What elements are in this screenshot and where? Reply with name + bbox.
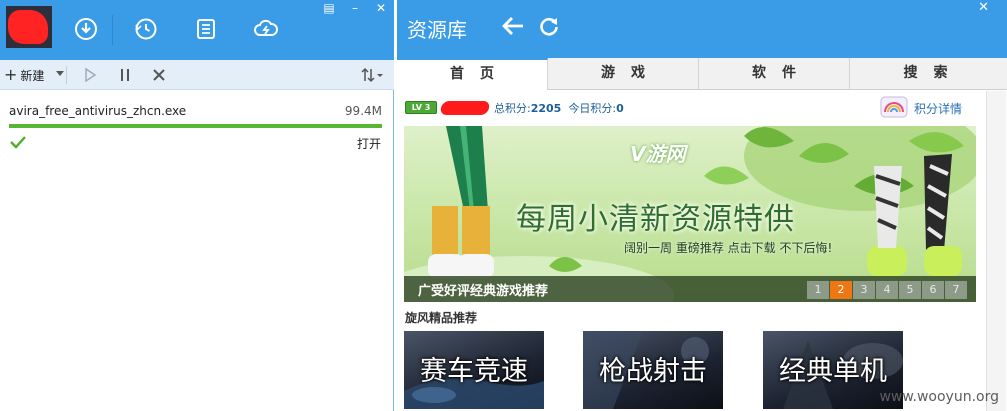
banner-caption: 广受好评经典游戏推荐 — [418, 284, 549, 299]
open-file-link[interactable]: 打开 — [357, 135, 381, 152]
banner-subline: 阔别一周 重磅推荐 点击下载 不下后悔! — [624, 241, 833, 255]
banner-headline: 每周小清新资源特供 — [516, 202, 795, 237]
library-close-button[interactable]: ✕ — [978, 0, 989, 16]
sort-icon[interactable] — [361, 67, 383, 83]
download-progress-fill — [9, 124, 382, 128]
banner-pager: 1234567 — [807, 281, 967, 299]
new-task-button[interactable]: + 新建 — [4, 64, 44, 86]
total-score-label: 总积分: — [494, 102, 531, 115]
app-root: ▤ – ✕ + 新建 avira_free_antivirus_zhcn.exe… — [0, 0, 1007, 411]
level-badge: LV 3 — [405, 101, 437, 114]
refresh-icon[interactable] — [538, 15, 560, 37]
menu-button[interactable]: ▤ — [316, 0, 342, 16]
tab-software[interactable]: 软件 — [699, 58, 850, 89]
total-score-value: 2205 — [530, 102, 562, 115]
score-summary: 总积分:2205 今日积分:0 — [494, 100, 624, 116]
pager-button-6[interactable]: 6 — [922, 281, 944, 299]
username-redaction — [439, 101, 491, 115]
new-task-label: 新建 — [20, 68, 45, 83]
list-icon[interactable] — [194, 17, 218, 41]
watermark: www.wooyun.org — [879, 389, 999, 405]
close-button[interactable]: ✕ — [368, 0, 394, 16]
category-label: 赛车竞速 — [420, 356, 528, 387]
download-progress-bar — [9, 124, 382, 128]
score-detail-link[interactable]: 积分详情 — [914, 100, 962, 117]
download-filename: avira_free_antivirus_zhcn.exe — [9, 104, 187, 118]
download-icon[interactable] — [74, 17, 98, 41]
play-icon[interactable] — [82, 67, 98, 83]
library-title: 资源库 — [407, 18, 467, 42]
pager-button-3[interactable]: 3 — [853, 281, 875, 299]
today-score-value: 0 — [616, 102, 624, 115]
delete-icon[interactable] — [151, 67, 167, 83]
pager-button-2[interactable]: 2 — [830, 281, 852, 299]
tab-games[interactable]: 游戏 — [548, 58, 699, 89]
avatar[interactable] — [6, 6, 52, 48]
section-title: 旋风精品推荐 — [405, 311, 478, 325]
minimize-button[interactable]: – — [342, 0, 368, 16]
plus-icon: + — [4, 65, 18, 84]
pager-button-4[interactable]: 4 — [876, 281, 898, 299]
pager-button-1[interactable]: 1 — [807, 281, 829, 299]
tab-bar: 首页 游戏 软件 搜索 — [397, 58, 1007, 90]
today-score-label: 今日积分: — [568, 102, 617, 115]
score-row: LV 3 总积分:2205 今日积分:0 积分详情 — [397, 94, 1007, 120]
category-card-shooter[interactable]: 枪战射击 — [583, 331, 723, 409]
download-manager-panel: ▤ – ✕ + 新建 avira_free_antivirus_zhcn.exe… — [0, 0, 394, 411]
category-card-racing[interactable]: 赛车竞速 — [404, 331, 544, 409]
pager-button-5[interactable]: 5 — [899, 281, 921, 299]
pause-icon[interactable] — [117, 67, 133, 83]
library-titlebar: 资源库 ✕ — [397, 0, 1007, 58]
banner-logo: V游网 — [630, 142, 686, 166]
history-icon[interactable] — [134, 17, 158, 41]
pager-button-7[interactable]: 7 — [945, 281, 967, 299]
toolbar-separator — [66, 66, 67, 84]
back-arrow-icon[interactable] — [501, 15, 525, 37]
vertical-scrollbar[interactable] — [986, 91, 1006, 411]
tab-search[interactable]: 搜索 — [850, 58, 1001, 89]
category-label: 经典单机 — [779, 356, 887, 387]
download-size: 99.4M — [344, 104, 382, 118]
rainbow-score-icon — [880, 96, 908, 118]
cloud-icon[interactable] — [254, 17, 278, 41]
download-item[interactable]: avira_free_antivirus_zhcn.exe 99.4M 打开 — [0, 95, 394, 155]
avatar-redaction — [8, 10, 48, 44]
download-titlebar: ▤ – ✕ — [0, 0, 394, 60]
resource-library-panel: 资源库 ✕ 首页 游戏 软件 搜索 LV 3 总积分:2205 今日积分:0 积… — [397, 0, 1007, 411]
promo-banner[interactable]: V游网 每周小清新资源特供 阔别一周 重磅推荐 点击下载 不下后悔! 广受好评经… — [404, 126, 976, 302]
chevron-down-icon[interactable] — [56, 71, 64, 76]
check-icon — [10, 136, 26, 149]
tab-home[interactable]: 首页 — [397, 58, 548, 90]
category-label: 枪战射击 — [599, 356, 707, 387]
window-controls: ▤ – ✕ — [316, 0, 394, 16]
task-toolbar: + 新建 — [0, 60, 394, 90]
toolbar-divider — [112, 15, 113, 45]
